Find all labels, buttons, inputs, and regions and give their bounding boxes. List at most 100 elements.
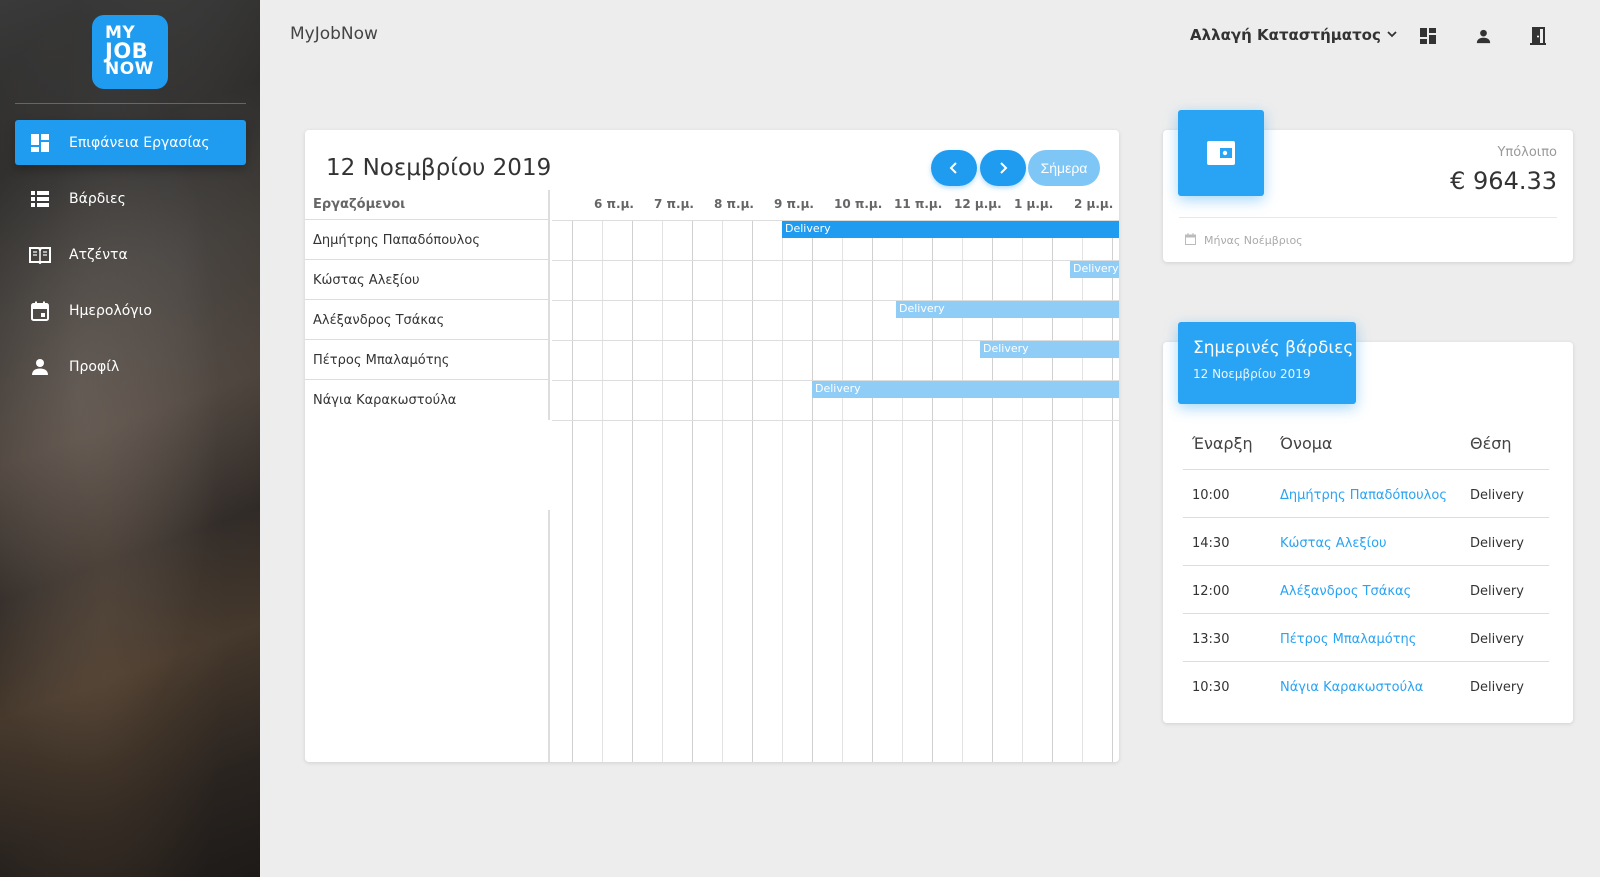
prev-day-button[interactable]	[931, 150, 977, 186]
chevron-right-icon	[1000, 162, 1008, 174]
balance-value: € 964.33	[1450, 167, 1557, 195]
balance-footer: Μήνας Νοέμβριος	[1185, 233, 1303, 248]
timeline-gridline	[602, 220, 603, 762]
timeline-gridline	[842, 220, 843, 762]
app-logo[interactable]: MY JOB NOW	[92, 15, 168, 89]
dashboard-icon[interactable]	[1418, 26, 1438, 46]
timeline-gridline	[692, 220, 693, 762]
person-icon[interactable]	[1473, 26, 1493, 46]
employee-row[interactable]: Αλέξανδρος Τσάκας	[305, 300, 550, 340]
today-shifts-header: Σημερινές βάρδιες 12 Νοεμβρίου 2019	[1178, 322, 1356, 404]
timeline-gridline	[752, 220, 753, 762]
sidebar-item-shifts[interactable]: Βάρδιες	[15, 176, 246, 221]
sidebar-nav: Επιφάνεια Εργασίας Βάρδιες Ατζέντα Ημερο…	[15, 120, 246, 400]
store-switch-dropdown[interactable]: Αλλαγή Καταστήματος	[1190, 26, 1397, 44]
calendar-icon	[1185, 233, 1196, 248]
exit-door-icon[interactable]	[1528, 26, 1548, 46]
schedule-card: 12 Νοεμβρίου 2019 Σήμερα Εργαζόμενοι Δημ…	[305, 130, 1119, 762]
shift-employee-link[interactable]: Δημήτρης Παπαδόπουλος	[1280, 488, 1447, 503]
balance-label: Υπόλοιπο	[1497, 145, 1557, 160]
hour-label: 2 μ.μ.	[1074, 197, 1114, 211]
shift-bar[interactable]: Delivery	[812, 381, 1119, 398]
hour-label: 1 μ.μ.	[1014, 197, 1054, 211]
chevron-left-icon	[949, 162, 957, 174]
timeline-gridline	[632, 220, 633, 762]
table-divider	[1183, 517, 1549, 518]
table-divider	[1183, 565, 1549, 566]
today-shifts-card: Σημερινές βάρδιες 12 Νοεμβρίου 2019 Έναρ…	[1163, 322, 1573, 723]
timeline-row-line	[552, 260, 1119, 261]
hour-label: 9 π.μ.	[774, 197, 814, 211]
table-divider	[1183, 469, 1549, 470]
timeline-gridline	[572, 220, 573, 762]
chevron-down-icon	[1387, 30, 1397, 41]
calendar-icon	[29, 300, 51, 322]
balance-card: Υπόλοιπο € 964.33 Μήνας Νοέμβριος	[1163, 110, 1573, 262]
sidebar-item-label: Επιφάνεια Εργασίας	[69, 134, 210, 151]
timeline-gridline	[812, 220, 813, 762]
list-icon	[29, 188, 51, 210]
balance-divider	[1179, 217, 1557, 218]
column-header-position: Θέση	[1470, 434, 1512, 453]
page-title: MyJobNow	[290, 24, 378, 44]
sidebar-item-dashboard[interactable]: Επιφάνεια Εργασίας	[15, 120, 246, 165]
shift-timeline: 6 π.μ. 7 π.μ. 8 π.μ. 9 π.μ. 10 π.μ. 11 π.μ. 12…	[552, 190, 1119, 762]
today-shifts-date: 12 Νοεμβρίου 2019	[1193, 367, 1311, 381]
sidebar-item-agenda[interactable]: Ατζέντα	[15, 232, 246, 277]
shift-bar[interactable]: Delivery	[980, 341, 1119, 358]
timeline-gridline	[662, 220, 663, 762]
balance-month: Μήνας Νοέμβριος	[1204, 234, 1303, 247]
shift-start-time: 13:30	[1192, 632, 1230, 647]
hour-label: 12 μ.μ.	[954, 197, 1002, 211]
book-icon	[29, 244, 51, 266]
shift-bar[interactable]: Delivery	[1070, 261, 1119, 278]
column-header-start: Έναρξη	[1192, 434, 1253, 453]
sidebar-item-label: Βάρδιες	[69, 190, 126, 207]
timeline-gridline	[782, 220, 783, 762]
hour-label: 8 π.μ.	[714, 197, 754, 211]
shift-position: Delivery	[1470, 488, 1524, 503]
today-button[interactable]: Σήμερα	[1028, 150, 1100, 186]
hour-label: 10 π.μ.	[834, 197, 883, 211]
sidebar-item-label: Ημερολόγιο	[69, 302, 152, 319]
today-shifts-title: Σημερινές βάρδιες	[1193, 338, 1354, 358]
shift-position: Delivery	[1470, 584, 1524, 599]
sidebar-item-profile[interactable]: Προφίλ	[15, 344, 246, 389]
shift-start-time: 14:30	[1192, 536, 1230, 551]
sidebar-item-label: Προφίλ	[69, 358, 120, 375]
column-header-name: Όνομα	[1280, 434, 1333, 453]
table-divider	[1183, 613, 1549, 614]
sidebar-divider	[15, 103, 246, 104]
shift-start-time: 12:00	[1192, 584, 1230, 599]
timeline-gridline	[722, 220, 723, 762]
sidebar-item-calendar[interactable]: Ημερολόγιο	[15, 288, 246, 333]
person-icon	[29, 356, 51, 378]
sidebar-item-label: Ατζέντα	[69, 246, 128, 263]
employee-row[interactable]: Δημήτρης Παπαδόπουλος	[305, 220, 550, 260]
store-switch-label: Αλλαγή Καταστήματος	[1190, 26, 1381, 44]
shift-position: Delivery	[1470, 680, 1524, 695]
next-day-button[interactable]	[980, 150, 1026, 186]
employees-header: Εργαζόμενοι	[305, 190, 550, 220]
shift-employee-link[interactable]: Κώστας Αλεξίου	[1280, 536, 1387, 551]
timeline-gridline	[872, 220, 873, 762]
dashboard-icon	[29, 132, 51, 154]
shift-employee-link[interactable]: Νάγια Καρακωστούλα	[1280, 680, 1423, 695]
shift-bar[interactable]: Delivery	[782, 221, 1119, 238]
wallet-icon	[1178, 110, 1264, 196]
hour-label: 11 π.μ.	[894, 197, 943, 211]
shift-bar[interactable]: Delivery	[896, 301, 1119, 318]
shift-employee-link[interactable]: Αλέξανδρος Τσάκας	[1280, 584, 1411, 599]
sidebar: MY JOB NOW Επιφάνεια Εργασίας Βάρδιες Ατ…	[0, 0, 260, 877]
shift-start-time: 10:00	[1192, 488, 1230, 503]
shift-start-time: 10:30	[1192, 680, 1230, 695]
employee-row[interactable]: Νάγια Καρακωστούλα	[305, 380, 550, 420]
shift-employee-link[interactable]: Πέτρος Μπαλαμότης	[1280, 632, 1416, 647]
timeline-row-line	[552, 420, 1119, 421]
shift-position: Delivery	[1470, 632, 1524, 647]
employee-row[interactable]: Κώστας Αλεξίου	[305, 260, 550, 300]
employee-row[interactable]: Πέτρος Μπαλαμότης	[305, 340, 550, 380]
hour-label: 6 π.μ.	[594, 197, 634, 211]
schedule-date-title: 12 Νοεμβρίου 2019	[326, 155, 552, 181]
shift-position: Delivery	[1470, 536, 1524, 551]
